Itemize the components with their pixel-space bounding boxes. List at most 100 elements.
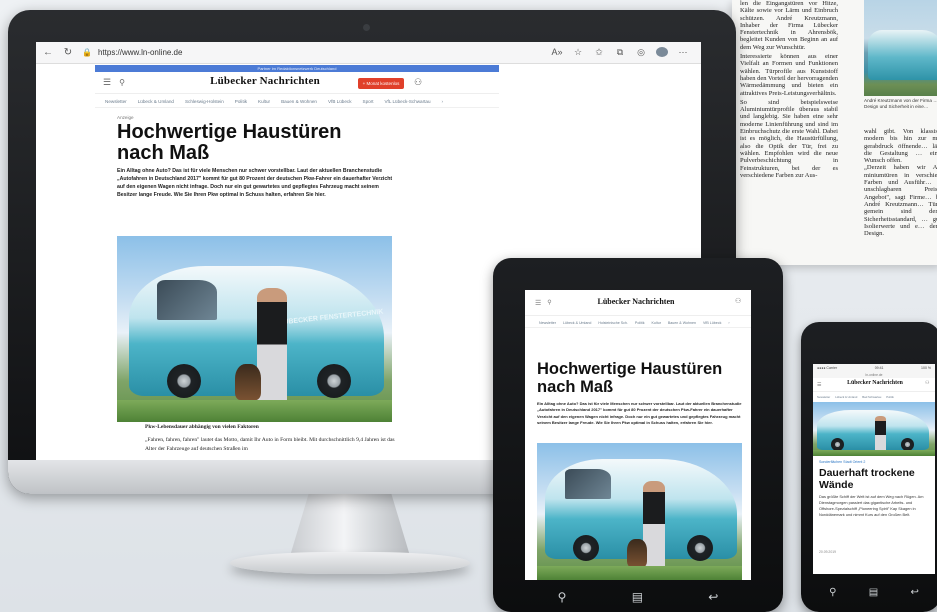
clock-label: 09:41 [874, 366, 884, 370]
person-figure [257, 288, 287, 406]
hamburger-menu-icon[interactable]: ☰ [535, 299, 541, 307]
monitor-stand-base [230, 552, 470, 574]
home-icon[interactable]: ▤ [632, 590, 643, 604]
nav-item[interactable]: Politik [886, 395, 893, 399]
subscribe-button[interactable]: + Monat kostenlos [358, 78, 404, 89]
nav-item[interactable]: Lübeck & Umland [563, 321, 591, 325]
site-logo[interactable]: Lübecker Nachrichten [205, 75, 325, 87]
article-page: ☰ ⚲ Lübecker Nachrichten + Monat kostenl… [95, 72, 499, 460]
phone-site-logo[interactable]: Lübecker Nachrichten [835, 380, 915, 386]
phone-article-body: Das größte Schiff der Welt ist auf dem W… [819, 494, 924, 517]
article-photo: LÜBECKER FENSTERTECHNIK [117, 236, 392, 422]
newspaper-column-1: len die Eingangstüren vor Hitze, Kälte s… [740, 0, 838, 181]
nav-more-chevron-icon[interactable]: › [442, 99, 444, 104]
van-wheel [317, 364, 351, 398]
favorites-icon[interactable]: ✩ [593, 47, 605, 58]
van-wheel [167, 364, 201, 398]
carrier-label: ●●●● Carrier [817, 366, 838, 370]
phone-article-photo [813, 402, 935, 456]
back-icon[interactable]: ↩ [910, 587, 918, 598]
van-wheel [687, 535, 713, 561]
monitor-stand [290, 484, 410, 556]
hamburger-menu-icon[interactable]: ☰ [817, 382, 821, 388]
nav-item[interactable]: Newsletter [105, 99, 127, 104]
partner-banner[interactable]: Partner im Redaktionsnetzwerk Deutschlan… [95, 65, 499, 72]
profile-avatar[interactable] [656, 47, 668, 57]
tablet-article-photo [537, 443, 742, 580]
nav-item[interactable]: Kultur [258, 99, 270, 104]
lock-icon: 🔒 [82, 48, 92, 57]
reload-icon[interactable]: ↻ [60, 45, 76, 61]
phone-article-headline[interactable]: Dauerhaft trockene Wände [819, 467, 934, 491]
tablet-site-nav: Newsletter Lübeck & Umland Holsteinische… [525, 318, 751, 328]
newspaper-paragraph: wahl gibt. Von klassisch modern bis hin … [864, 128, 937, 165]
grass [117, 400, 392, 422]
article-kicker: Anzeige [117, 115, 134, 120]
newspaper-paragraph: „Derzeit haben wir A… miniumtüren in ver… [864, 164, 937, 238]
dog-figure [627, 539, 647, 567]
nav-item[interactable]: Holsteinische Sch. [598, 321, 628, 325]
home-icon[interactable]: ▤ [869, 587, 878, 598]
article-subhead: Pkw-Lebensdauer abhängig von vielen Fakt… [145, 424, 259, 430]
tablet-nav-buttons: ⚲ ▤ ↩ [525, 586, 751, 608]
search-icon[interactable]: ⚲ [119, 78, 125, 87]
extensions-icon[interactable]: ◎ [635, 47, 647, 58]
phone-site-header: ☰ Lübecker Nachrichten ⚇ [813, 378, 935, 392]
user-icon[interactable]: ⚇ [735, 297, 741, 305]
nav-item[interactable]: Newsletter [817, 395, 830, 399]
nav-more-chevron-icon[interactable]: › [728, 321, 729, 325]
van-image [868, 30, 937, 80]
nav-item[interactable]: Lübeck & Umland [138, 99, 174, 104]
nav-item[interactable]: Politik [235, 99, 247, 104]
browser-tools: A» ☆ ✩ ⧉ ◎ ⋯ [551, 47, 689, 58]
newspaper-paragraph: Interessierte können aus einer Vielfalt … [740, 53, 838, 97]
phone-nav-buttons: ⚲ ▤ ↩ [813, 582, 935, 602]
nav-item[interactable]: Politik [635, 321, 645, 325]
site-nav: Newsletter Lübeck & Umland Schleswig-Hol… [95, 96, 499, 108]
article-body: „Fahren, fahren, fahren" lautet das Mott… [145, 437, 395, 452]
newspaper-caption: André Kreutzmann von der Firma … Design … [864, 98, 937, 109]
search-icon[interactable]: ⚲ [547, 299, 551, 306]
nav-item[interactable]: Kultur [652, 321, 661, 325]
nav-item[interactable]: VfB Lübeck [328, 99, 352, 104]
newspaper-column-2: wahl gibt. Von klassisch modern bis hin … [864, 128, 937, 237]
nav-item[interactable]: Newsletter [539, 321, 556, 325]
grass [537, 566, 742, 580]
tablet-article-headline: Hochwertige Haustüren nach Maß [537, 360, 723, 396]
nav-item[interactable]: Bad Schwartau [862, 395, 881, 399]
user-icon[interactable]: ⚇ [414, 77, 422, 88]
collections-icon[interactable]: ⧉ [614, 47, 626, 58]
read-aloud-icon[interactable]: A» [551, 47, 563, 58]
van-window [157, 280, 217, 320]
nav-item[interactable]: Sport [363, 99, 374, 104]
nav-item[interactable]: Lübeck & Umland [835, 395, 857, 399]
van-lettering: LÜBECKER FENSTERTECHNIK [278, 308, 384, 327]
newspaper-photo [864, 0, 937, 96]
newspaper-paragraph: So sind beispielsweise Aluminiumtürprofi… [740, 98, 838, 179]
article-lead: Ein Alltag ohne Auto? Das ist für viele … [117, 168, 393, 198]
nav-item[interactable]: VfB Lübeck [703, 321, 721, 325]
nav-item[interactable]: Schleswig-Holstein [185, 99, 224, 104]
address-bar[interactable]: 🔒 https://www.ln-online.de [82, 45, 502, 61]
back-arrow-icon[interactable]: ← [40, 45, 56, 61]
nav-item[interactable]: Bauen & Wohnen [281, 99, 317, 104]
tablet-site-logo[interactable]: Lübecker Nachrichten [581, 297, 691, 306]
tablet-site-header: ☰ ⚲ Lübecker Nachrichten ⚇ [525, 290, 751, 316]
van-wheel [573, 535, 599, 561]
search-icon[interactable]: ⚲ [558, 590, 567, 604]
battery-label: 100 % [921, 366, 931, 370]
url-text: https://www.ln-online.de [97, 48, 183, 57]
article-headline: Hochwertige Haustüren nach Maß [117, 121, 342, 164]
search-icon[interactable]: ⚲ [829, 587, 836, 598]
favorite-star-icon[interactable]: ☆ [572, 47, 584, 58]
nav-item[interactable]: Bauen & Wohnen [668, 321, 696, 325]
browser-toolbar: ← ↻ 🔒 https://www.ln-online.de A» ☆ ✩ ⧉ … [36, 42, 701, 64]
phone-screen: ●●●● Carrier 09:41 100 % ln-online.de ☰ … [813, 364, 935, 574]
hamburger-menu-icon[interactable]: ☰ [103, 77, 111, 88]
back-icon[interactable]: ↩ [708, 590, 718, 604]
site-header: ☰ ⚲ Lübecker Nachrichten + Monat kostenl… [95, 72, 499, 94]
user-icon[interactable]: ⚇ [925, 380, 929, 386]
more-menu-icon[interactable]: ⋯ [677, 47, 689, 58]
nav-item[interactable]: VfL Lübeck-Schwartau [384, 99, 430, 104]
van-window [565, 469, 611, 499]
